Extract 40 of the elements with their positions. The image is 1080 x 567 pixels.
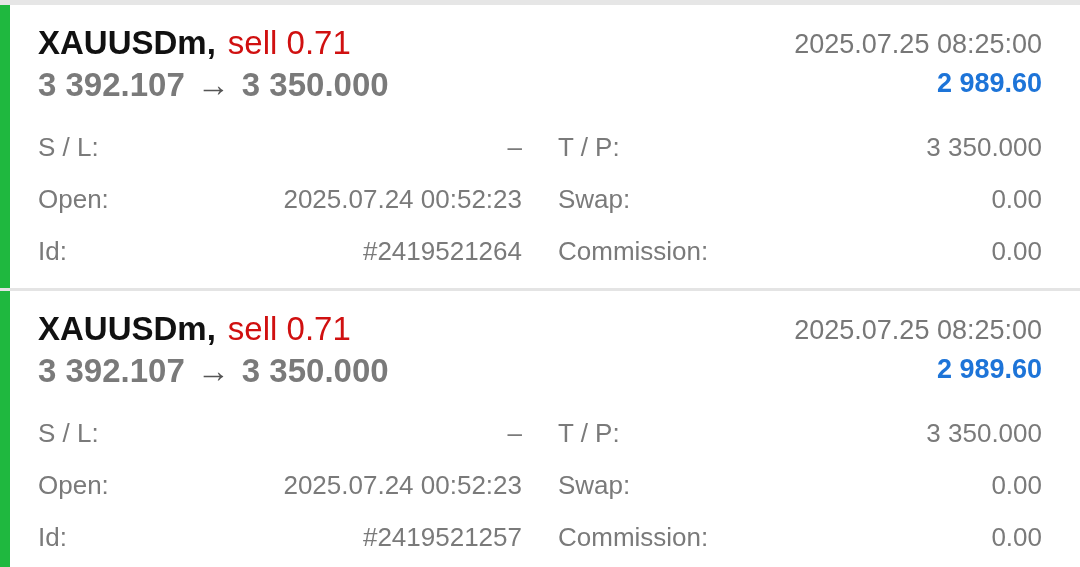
profit-value: 2 989.60 (936, 68, 1042, 99)
symbol-label: XAUUSDm, (38, 23, 216, 63)
detail-value: 2025.07.24 00:52:23 (283, 183, 522, 216)
detail-value: #2419521264 (362, 235, 522, 268)
close-price: 3 350.000 (241, 65, 389, 105)
arrow-glyph: → (196, 65, 230, 105)
detail-value: 3 350.000 (926, 131, 1042, 164)
order-side: sell 0.71 (227, 309, 351, 349)
detail-label: Commission: (558, 521, 709, 554)
detail-label: T / P: (558, 131, 620, 164)
close-price: 3 350.000 (241, 351, 389, 391)
detail-value: – (507, 131, 522, 164)
detail-label: Id: (38, 521, 67, 554)
detail-label: Swap: (558, 183, 631, 216)
open-price: 3 392.107 (38, 65, 185, 105)
detail-value: 0.00 (991, 469, 1042, 502)
detail-label: S / L: (38, 417, 99, 450)
close-time: 2025.07.25 08:25:00 (794, 315, 1042, 346)
detail-label: Id: (38, 235, 67, 268)
position-card[interactable]: XAUUSDm, sell 0.71 3 392.107 → 3 350.000 2025.07.25 08:25:00 2 989.60 S / L: – T / P: 3 350.000 Open: 2025.07.24 00:52:23 Swap: 0.00 Id: #2419521264 Commission: 0.00 (0, 5, 1080, 291)
arrow-glyph: → (196, 351, 230, 391)
detail-value: 2025.07.24 00:52:23 (283, 469, 522, 502)
symbol-label: XAUUSDm, (38, 309, 216, 349)
detail-value: – (507, 417, 522, 450)
detail-label: Open: (38, 183, 109, 216)
detail-label: S / L: (38, 131, 99, 164)
detail-label: Open: (38, 469, 109, 502)
detail-value: 0.00 (991, 521, 1042, 554)
close-time: 2025.07.25 08:25:00 (794, 29, 1042, 60)
order-side: sell 0.71 (227, 23, 351, 63)
open-price: 3 392.107 (38, 351, 185, 391)
detail-value: 3 350.000 (926, 417, 1042, 450)
detail-value: 0.00 (991, 183, 1042, 216)
detail-value: 0.00 (991, 235, 1042, 268)
profit-value: 2 989.60 (936, 354, 1042, 385)
detail-label: Swap: (558, 469, 631, 502)
detail-label: T / P: (558, 417, 620, 450)
detail-value: #2419521257 (362, 521, 522, 554)
position-card[interactable]: XAUUSDm, sell 0.71 3 392.107 → 3 350.000 2025.07.25 08:25:00 2 989.60 S / L: – T / P: 3 350.000 Open: 2025.07.24 00:52:23 Swap: 0.00 Id: #2419521257 Commission: 0.00 (0, 291, 1080, 567)
detail-label: Commission: (558, 235, 709, 268)
